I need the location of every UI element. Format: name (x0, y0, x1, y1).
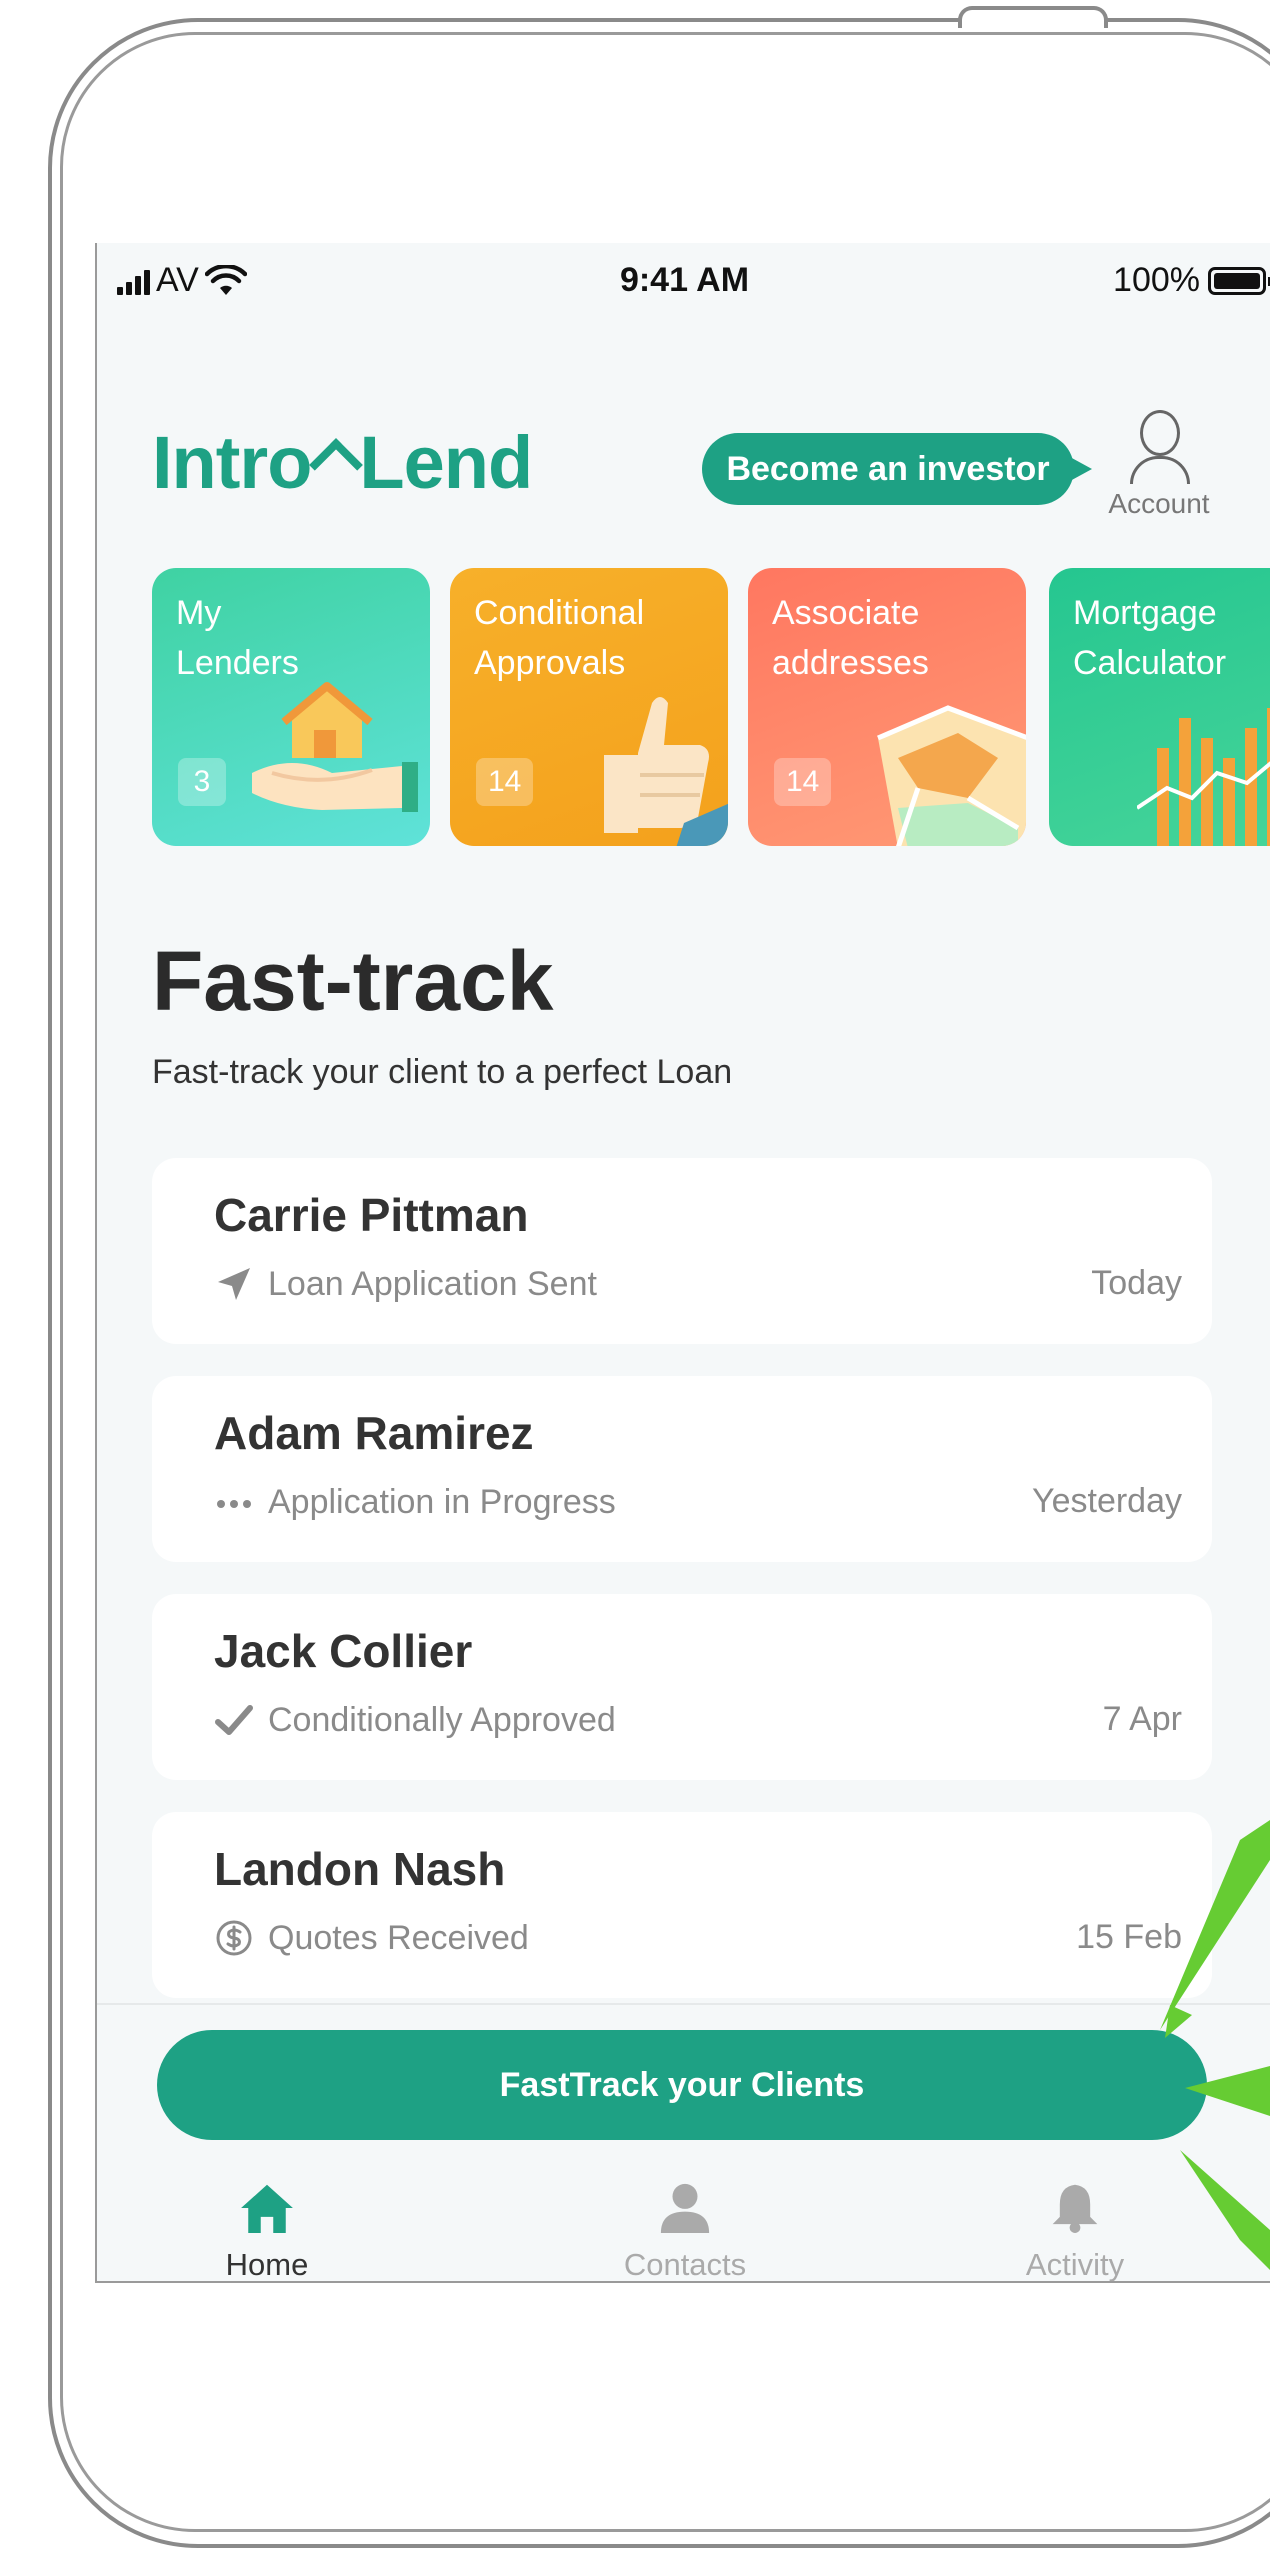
account-label: Account (1108, 488, 1210, 519)
intro-lend-logo: Intro Lend (152, 421, 533, 504)
category-cards: My Lenders 3 Conditional Approvals 14 As… (152, 568, 1270, 848)
fast-track-subtitle: Fast-track your client to a perfect Loan (152, 1053, 733, 1091)
status-bar: AV 9:41 AM 100% (97, 243, 1270, 313)
card-my-lenders[interactable]: My Lenders 3 (152, 568, 430, 846)
tab-label: Contacts (623, 2247, 747, 2282)
client-name: Adam Ramirez (214, 1407, 534, 1459)
card-title: My Lenders (176, 588, 299, 688)
person-icon (660, 2183, 710, 2233)
card-title: Associate addresses (772, 588, 929, 688)
map-icon (877, 705, 1026, 846)
card-count-badge: 3 (178, 758, 226, 806)
client-name: Carrie Pittman (214, 1189, 529, 1241)
client-date: Today (1091, 1264, 1182, 1302)
tab-label: Home (225, 2247, 309, 2282)
card-count-badge: 14 (476, 758, 534, 806)
annotation-arrow-icon (1160, 1820, 1270, 2038)
client-status-text: Conditionally Approved (268, 1700, 616, 1739)
client-date: 7 Apr (1102, 1700, 1182, 1738)
client-status: Loan Application Sent (214, 1264, 597, 1304)
card-mortgage-calculator[interactable]: Mortgage Calculator (1049, 568, 1270, 846)
battery-icon (1208, 266, 1270, 295)
card-associate-addresses[interactable]: Associate addresses 14 (748, 568, 1026, 846)
card-title-line2: Approvals (474, 644, 626, 682)
status-right: 100% (1113, 261, 1270, 300)
logo-text-right: Lend (359, 421, 533, 504)
annotation-arrow-icon (1180, 2150, 1270, 2270)
client-status: Quotes Received (214, 1918, 529, 1958)
card-title-line2: Calculator (1073, 644, 1227, 682)
become-investor-button[interactable]: Become an investor (702, 433, 1092, 505)
client-status-text: Loan Application Sent (268, 1264, 597, 1303)
thumbs-up-icon (604, 697, 728, 846)
tab-bar: Home Contacts Activity (97, 2183, 1270, 2282)
bar-graph-icon (1137, 708, 1270, 846)
bell-icon (1052, 2184, 1098, 2233)
card-title-line1: Associate (772, 594, 920, 632)
client-row[interactable]: Jack Collier Conditionally Approved 7 Ap… (152, 1594, 1212, 1780)
fasttrack-clients-button[interactable]: FastTrack your Clients (157, 2030, 1207, 2140)
client-name: Landon Nash (214, 1843, 506, 1895)
paper-plane-icon (218, 1268, 250, 1300)
card-conditional-approvals[interactable]: Conditional Approvals 14 (450, 568, 728, 846)
client-name: Jack Collier (214, 1625, 473, 1677)
client-status-text: Quotes Received (268, 1918, 529, 1957)
client-row[interactable]: Landon Nash Quotes Received 15 Feb (152, 1812, 1212, 1998)
logo-text-left: Intro (152, 421, 312, 504)
app-screen: AV 9:41 AM 100% Intro Lend Become an inv… (95, 243, 1270, 2283)
card-title: Mortgage Calculator (1073, 588, 1226, 688)
status-time: 9:41 AM (619, 261, 750, 299)
client-date: Yesterday (1032, 1482, 1182, 1520)
phone-side-button (958, 6, 1108, 28)
home-icon (241, 2184, 293, 2233)
client-status-text: Application in Progress (268, 1482, 616, 1521)
tab-contacts[interactable]: Contacts (555, 2183, 815, 2282)
client-status: Conditionally Approved (214, 1700, 616, 1740)
house-in-hand-icon (252, 682, 418, 812)
annotation-arrow-icon (1185, 2066, 1270, 2116)
battery-percent: 100% (1113, 261, 1200, 299)
client-row[interactable]: Carrie Pittman Loan Application Sent Tod… (152, 1158, 1212, 1344)
card-title: Conditional Approvals (474, 588, 644, 688)
tab-label: Activity (1025, 2247, 1125, 2282)
tab-home[interactable]: Home (137, 2183, 397, 2282)
card-title-line1: Conditional (474, 594, 645, 632)
tab-activity[interactable]: Activity (945, 2183, 1205, 2282)
dots-icon (217, 1500, 251, 1508)
card-count-badge: 14 (774, 758, 832, 806)
mockup-stage: AV 9:41 AM 100% Intro Lend Become an inv… (0, 0, 1270, 2549)
fast-track-title: Fast-track (152, 934, 554, 1028)
client-status: Application in Progress (214, 1482, 616, 1522)
account-icon (1124, 406, 1194, 484)
roof-icon (313, 442, 357, 482)
check-icon (215, 1705, 253, 1735)
dollar-icon (216, 1920, 252, 1956)
card-title-line1: My (176, 594, 222, 632)
client-row[interactable]: Adam Ramirez Application in Progress Yes… (152, 1376, 1212, 1562)
account-button[interactable]: Account (1094, 406, 1224, 526)
card-title-line1: Mortgage (1073, 594, 1217, 632)
bottom-divider (97, 2003, 1270, 2005)
